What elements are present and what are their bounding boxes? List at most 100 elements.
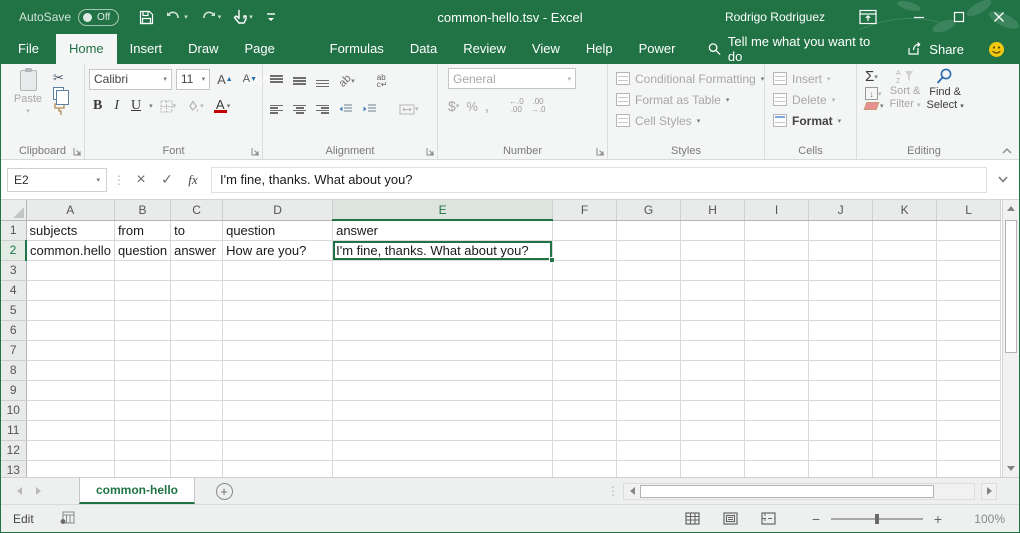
tab-page-layout[interactable]: Page Layout <box>232 34 317 64</box>
cell-H5[interactable] <box>681 300 745 320</box>
cell-G3[interactable] <box>617 260 681 280</box>
column-header-f[interactable]: F <box>553 200 617 220</box>
name-box-dropdown-icon[interactable]: ▾ <box>96 176 100 184</box>
column-header-g[interactable]: G <box>617 200 681 220</box>
cell-A2[interactable]: common.hello <box>26 240 114 260</box>
font-name-combo[interactable]: Calibri▾ <box>89 69 172 90</box>
paste-dropdown-icon[interactable]: ▾ <box>26 107 30 115</box>
cell-C5[interactable] <box>171 300 223 320</box>
tab-home[interactable]: Home <box>56 34 117 64</box>
row-header-4[interactable]: 4 <box>1 280 26 300</box>
cell-K2[interactable] <box>873 240 937 260</box>
cell-C1[interactable]: to <box>171 220 223 240</box>
cut-button[interactable]: ✂ <box>53 72 70 84</box>
save-button[interactable] <box>135 4 158 30</box>
cell-B13[interactable] <box>114 460 170 477</box>
select-all-corner[interactable] <box>1 200 26 220</box>
cell-D13[interactable] <box>223 460 333 477</box>
cell-I3[interactable] <box>745 260 809 280</box>
cell-G9[interactable] <box>617 380 681 400</box>
cell-I9[interactable] <box>745 380 809 400</box>
cell-H6[interactable] <box>681 320 745 340</box>
row-header-7[interactable]: 7 <box>1 340 26 360</box>
cell-K7[interactable] <box>873 340 937 360</box>
customize-qat-button[interactable] <box>261 4 281 30</box>
zoom-in-button[interactable]: + <box>927 511 949 527</box>
cell-I8[interactable] <box>745 360 809 380</box>
cell-I11[interactable] <box>745 420 809 440</box>
autosum-dropdown-icon[interactable]: ▾ <box>874 73 878 81</box>
cell-G13[interactable] <box>617 460 681 477</box>
tab-data[interactable]: Data <box>397 34 450 64</box>
fill-handle[interactable] <box>549 257 555 263</box>
page-layout-view-button[interactable] <box>711 505 749 533</box>
font-size-combo[interactable]: 11▾ <box>176 69 210 90</box>
cell-F7[interactable] <box>553 340 617 360</box>
cell-K11[interactable] <box>873 420 937 440</box>
cell-G4[interactable] <box>617 280 681 300</box>
cell-E6[interactable] <box>333 320 553 340</box>
cell-J12[interactable] <box>809 440 873 460</box>
conditional-formatting-button[interactable]: Conditional Formatting▾ <box>616 68 762 89</box>
column-header-h[interactable]: H <box>681 200 745 220</box>
formula-input[interactable]: I'm fine, thanks. What about you? <box>211 167 987 193</box>
bold-button[interactable]: B <box>89 95 106 117</box>
new-sheet-button[interactable]: + <box>209 478 239 504</box>
row-header-3[interactable]: 3 <box>1 260 26 280</box>
column-header-j[interactable]: J <box>809 200 873 220</box>
cell-A9[interactable] <box>26 380 114 400</box>
cell-L4[interactable] <box>937 280 1001 300</box>
percent-style-button[interactable]: % <box>466 95 478 117</box>
sort-filter-button[interactable]: AZ Sort &Filter ▾ <box>890 68 921 113</box>
cell-A10[interactable] <box>26 400 114 420</box>
borders-button[interactable]: ▾ <box>157 95 180 117</box>
cell-G5[interactable] <box>617 300 681 320</box>
autosave-toggle[interactable]: AutoSave Off <box>19 9 119 26</box>
number-dialog-launcher[interactable] <box>596 147 605 156</box>
clear-dropdown-icon[interactable]: ▾ <box>880 102 884 110</box>
middle-align-button[interactable] <box>290 70 309 92</box>
alignment-dialog-launcher[interactable] <box>426 147 435 156</box>
close-button[interactable] <box>979 0 1019 34</box>
cell-H9[interactable] <box>681 380 745 400</box>
cell-G12[interactable] <box>617 440 681 460</box>
cell-E8[interactable] <box>333 360 553 380</box>
cell-J8[interactable] <box>809 360 873 380</box>
cell-F3[interactable] <box>553 260 617 280</box>
accounting-format-button[interactable]: $▾ <box>448 95 459 117</box>
cell-D11[interactable] <box>223 420 333 440</box>
cell-F13[interactable] <box>553 460 617 477</box>
feedback-smiley-button[interactable] <box>988 41 1005 58</box>
cell-A1[interactable]: subjects <box>26 220 114 240</box>
cell-C10[interactable] <box>171 400 223 420</box>
font-color-button[interactable]: A▾ <box>211 95 234 117</box>
cell-K3[interactable] <box>873 260 937 280</box>
cell-J1[interactable] <box>809 220 873 240</box>
cell-A8[interactable] <box>26 360 114 380</box>
comma-style-button[interactable]: , <box>485 95 489 117</box>
cell-E4[interactable] <box>333 280 553 300</box>
cell-D3[interactable] <box>223 260 333 280</box>
cell-F12[interactable] <box>553 440 617 460</box>
cell-A5[interactable] <box>26 300 114 320</box>
cell-I5[interactable] <box>745 300 809 320</box>
scroll-down-button[interactable] <box>1003 460 1019 477</box>
cell-L7[interactable] <box>937 340 1001 360</box>
cell-F2[interactable] <box>553 240 617 260</box>
row-header-10[interactable]: 10 <box>1 400 26 420</box>
number-format-dropdown-icon[interactable]: ▾ <box>563 75 571 83</box>
number-format-combo[interactable]: General▾ <box>448 68 576 89</box>
horizontal-scroll-thumb[interactable] <box>640 485 934 498</box>
tab-draw[interactable]: Draw <box>175 34 231 64</box>
cell-C8[interactable] <box>171 360 223 380</box>
cell-L1[interactable] <box>937 220 1001 240</box>
cell-G11[interactable] <box>617 420 681 440</box>
cell-G6[interactable] <box>617 320 681 340</box>
cell-C3[interactable] <box>171 260 223 280</box>
cell-L13[interactable] <box>937 460 1001 477</box>
decrease-indent-button[interactable] <box>336 98 356 120</box>
cell-C6[interactable] <box>171 320 223 340</box>
cell-H11[interactable] <box>681 420 745 440</box>
cell-K12[interactable] <box>873 440 937 460</box>
normal-view-button[interactable] <box>673 505 711 533</box>
